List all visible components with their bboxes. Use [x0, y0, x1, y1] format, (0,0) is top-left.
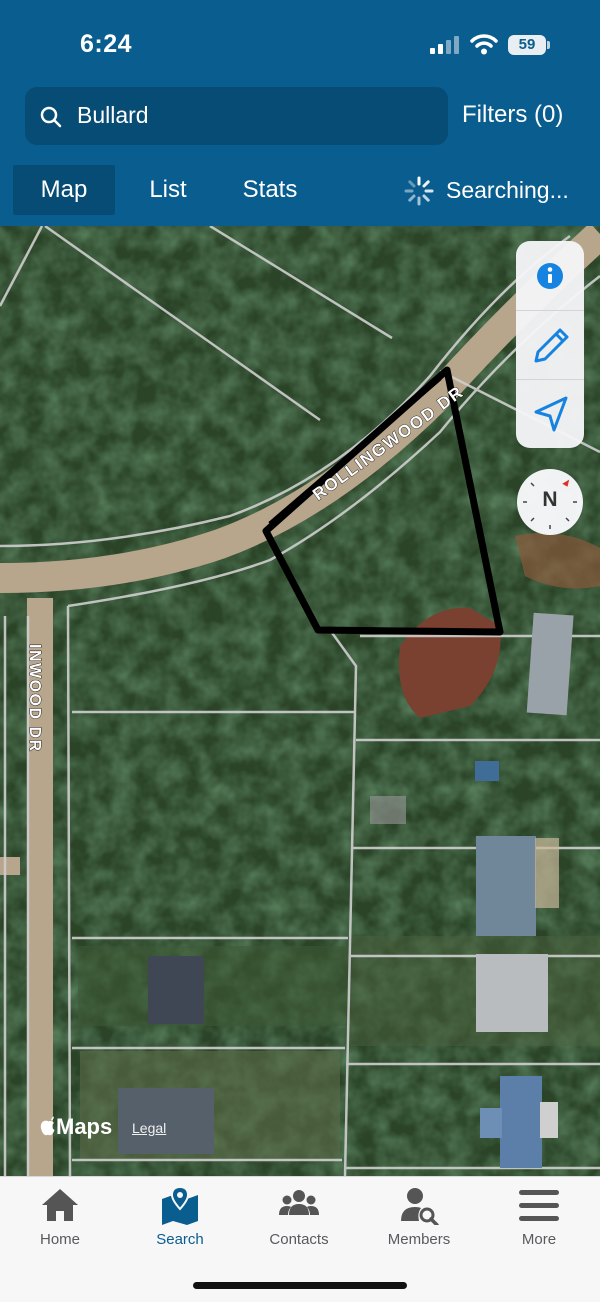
member-search-icon: [401, 1188, 439, 1225]
battery-nub: [547, 41, 550, 49]
tab-list[interactable]: List: [135, 165, 201, 215]
nav-contacts-label: Contacts: [269, 1231, 329, 1248]
map-imagery: ROLLINGWOOD DR INWOOD DR: [0, 226, 600, 1176]
street-label-inwood: INWOOD DR: [26, 644, 43, 753]
hamburger-icon: [519, 1190, 559, 1221]
nav-more[interactable]: More: [484, 1185, 594, 1255]
nav-contacts[interactable]: Contacts: [244, 1185, 354, 1255]
search-icon: [40, 106, 62, 128]
info-icon: [537, 263, 563, 289]
app-header: 6:24 59 Bullard Filters (0) Map List Sta…: [0, 0, 600, 226]
wifi-icon: [470, 34, 498, 55]
battery-icon: 59: [508, 35, 550, 55]
contacts-icon: [279, 1190, 319, 1215]
location-arrow-icon: [534, 396, 568, 432]
home-indicator: [193, 1282, 407, 1289]
legal-link[interactable]: Legal: [132, 1120, 166, 1136]
nav-members-label: Members: [387, 1231, 451, 1248]
loading-spinner-icon: [404, 176, 434, 206]
search-value: Bullard: [77, 102, 149, 128]
nav-home[interactable]: Home: [5, 1185, 115, 1255]
satellite-map[interactable]: ROLLINGWOOD DR INWOOD DR: [0, 226, 600, 1176]
map-controls: [516, 241, 584, 448]
apple-logo-icon: [40, 1116, 55, 1136]
map-pin-icon: [162, 1185, 198, 1225]
nav-search[interactable]: Search: [125, 1185, 235, 1255]
compass-button[interactable]: N: [517, 469, 583, 535]
pencil-icon: [534, 328, 569, 363]
home-icon: [42, 1189, 78, 1221]
nav-members[interactable]: Members: [364, 1185, 474, 1255]
info-button[interactable]: [516, 241, 584, 310]
battery-level: 59: [508, 35, 546, 55]
nav-home-label: Home: [39, 1231, 80, 1248]
signal-icon: [430, 36, 459, 54]
compass-north-label: N: [542, 488, 558, 511]
maps-logo-text: Maps: [56, 1114, 113, 1139]
filters-button[interactable]: Filters (0): [462, 101, 563, 129]
tab-stats[interactable]: Stats: [228, 165, 312, 215]
status-time: 6:24: [80, 30, 133, 58]
nav-more-label: More: [521, 1231, 557, 1248]
searching-status: Searching...: [446, 177, 569, 203]
draw-button[interactable]: [516, 311, 584, 380]
search-input[interactable]: Bullard: [25, 87, 448, 145]
nav-search-label: Search: [156, 1231, 204, 1248]
location-button[interactable]: [516, 380, 584, 449]
status-bar: 6:24 59: [0, 0, 600, 88]
tab-map[interactable]: Map: [13, 165, 115, 215]
maps-logo: Maps: [40, 1114, 112, 1140]
